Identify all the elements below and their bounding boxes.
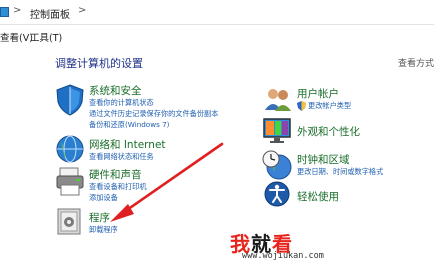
watermark-url: www.wojiukan.com	[242, 251, 324, 261]
annotation-arrow	[110, 142, 224, 222]
